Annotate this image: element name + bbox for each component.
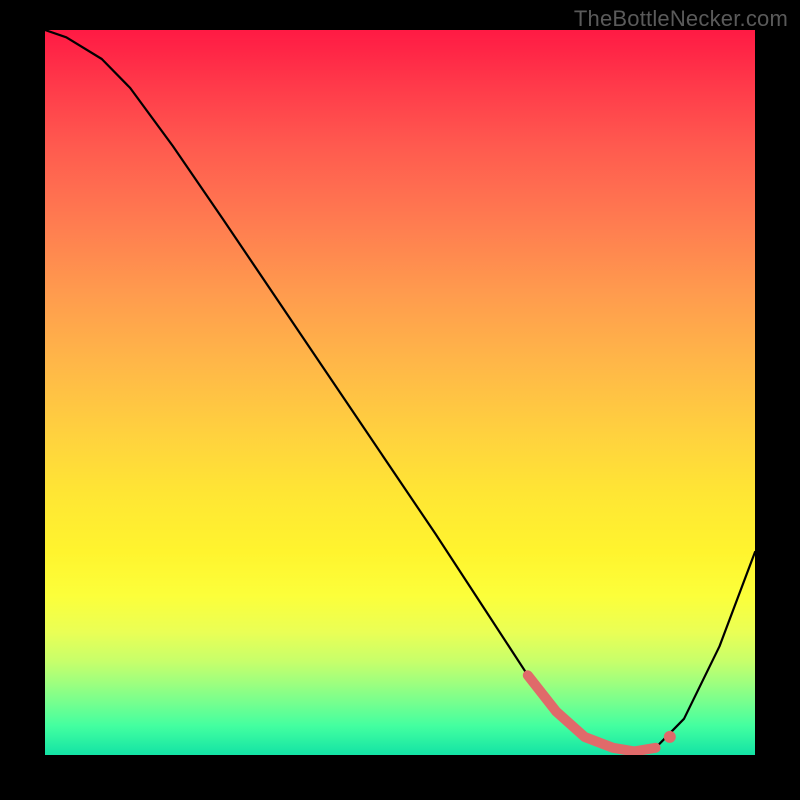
- bottom-marker: [528, 675, 656, 751]
- marker-dot: [664, 731, 676, 743]
- chart-frame: TheBottleNecker.com: [0, 0, 800, 800]
- chart-svg: [45, 30, 755, 755]
- curve-line: [45, 30, 755, 751]
- watermark-label: TheBottleNecker.com: [574, 6, 788, 32]
- plot-area: [45, 30, 755, 755]
